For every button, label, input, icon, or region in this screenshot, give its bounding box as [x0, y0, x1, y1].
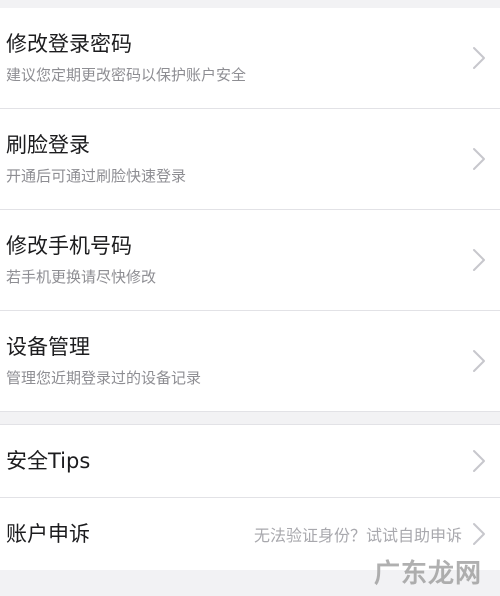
bottom-background: [0, 574, 500, 596]
change-login-password-row[interactable]: 修改登录密码 建议您定期更改密码以保护账户安全: [0, 8, 500, 108]
chevron-right-icon: [473, 148, 485, 170]
device-management-row[interactable]: 设备管理 管理您近期登录过的设备记录: [0, 311, 500, 411]
row-subtitle: 建议您定期更改密码以保护账户安全: [6, 66, 247, 84]
chevron-right-icon: [473, 450, 485, 472]
row-subtitle: 管理您近期登录过的设备记录: [6, 369, 202, 387]
row-title: 修改登录密码: [6, 32, 132, 56]
row-title: 安全Tips: [6, 449, 91, 473]
security-settings-group: 修改登录密码 建议您定期更改密码以保护账户安全 刷脸登录 开通后可通过刷脸快速登…: [0, 8, 500, 411]
chevron-right-icon: [473, 523, 485, 545]
row-title: 修改手机号码: [6, 234, 132, 258]
row-title: 设备管理: [6, 335, 90, 359]
help-group: 安全Tips 账户申诉 无法验证身份？试试自助申诉: [0, 425, 500, 570]
row-subtitle: 若手机更换请尽快修改: [6, 268, 157, 286]
security-tips-row[interactable]: 安全Tips: [0, 425, 500, 497]
change-phone-number-row[interactable]: 修改手机号码 若手机更换请尽快修改: [0, 210, 500, 310]
account-appeal-row[interactable]: 账户申诉 无法验证身份？试试自助申诉: [0, 498, 500, 570]
row-title: 刷脸登录: [6, 133, 90, 157]
row-title: 账户申诉: [6, 522, 90, 546]
face-login-row[interactable]: 刷脸登录 开通后可通过刷脸快速登录: [0, 109, 500, 209]
chevron-right-icon: [473, 47, 485, 69]
chevron-right-icon: [473, 350, 485, 372]
appeal-hint: 无法验证身份？试试自助申诉: [253, 526, 462, 545]
row-subtitle: 开通后可通过刷脸快速登录: [6, 167, 187, 185]
section-separator: [0, 411, 500, 425]
chevron-right-icon: [473, 249, 485, 271]
top-spacer: [0, 0, 500, 8]
